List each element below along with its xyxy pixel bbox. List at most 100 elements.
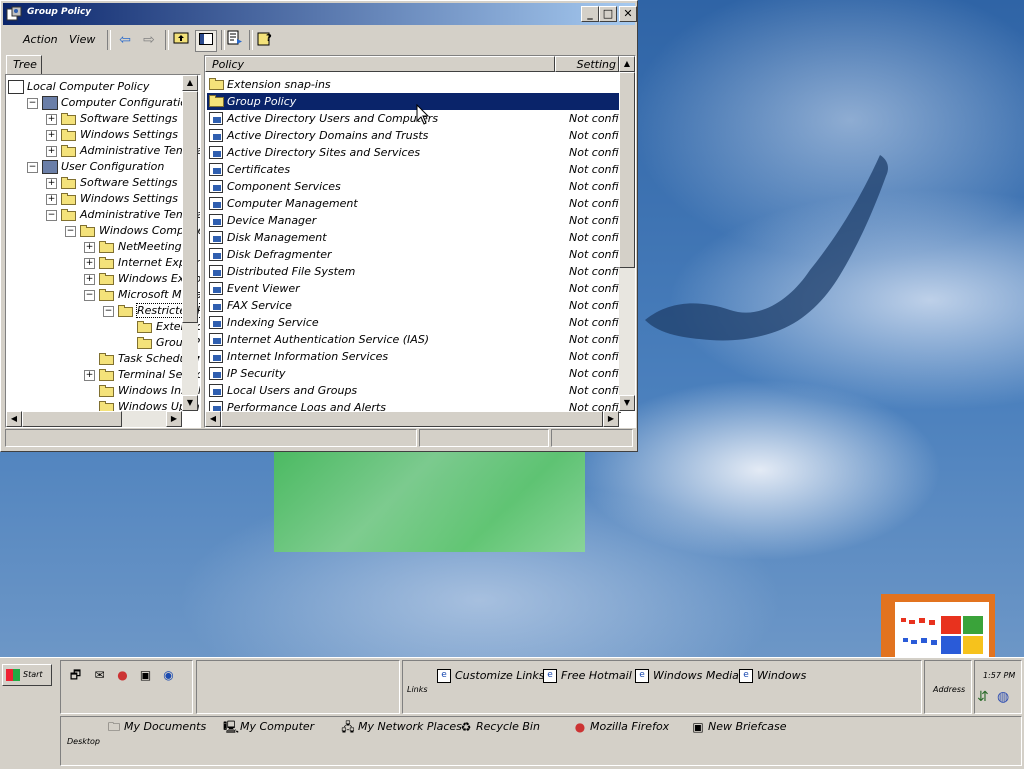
outlook-express-icon[interactable]: ✉: [91, 667, 108, 684]
expand-icon[interactable]: +: [46, 177, 57, 189]
policy-row[interactable]: Certificates Not configured: [207, 161, 621, 178]
policy-row[interactable]: Disk Management Not configured: [207, 229, 621, 246]
recycle-bin-icon: ♻: [460, 719, 472, 734]
scroll-thumb[interactable]: [221, 411, 603, 427]
column-header-policy[interactable]: Policy: [205, 56, 555, 72]
show-desktop-icon[interactable]: 🗗: [67, 667, 84, 684]
policy-row[interactable]: Disk Defragmenter Not configured: [207, 246, 621, 263]
scroll-left-arrow-icon[interactable]: ◀: [205, 411, 221, 427]
list-horizontal-scrollbar[interactable]: ◀ ▶: [205, 411, 619, 427]
tree-item[interactable]: − User Configuration: [27, 159, 164, 175]
expand-icon[interactable]: +: [84, 369, 95, 381]
policy-row[interactable]: Group Policy: [207, 93, 619, 110]
tree-horizontal-scrollbar[interactable]: ◀ ▶: [6, 411, 182, 427]
link-customize-links[interactable]: e Customize Links: [437, 669, 545, 683]
forward-arrow-icon[interactable]: ⇨: [139, 30, 159, 50]
collapse-icon[interactable]: −: [27, 97, 38, 109]
ie-link-icon: e: [635, 669, 649, 683]
tree-vertical-scrollbar[interactable]: ▲ ▼: [182, 75, 198, 411]
tree-item[interactable]: + NetMeeting: [84, 239, 182, 255]
help-icon[interactable]: ?: [255, 30, 275, 50]
desktop-item-my-computer[interactable]: 🖳My Computer: [223, 720, 314, 734]
export-list-icon[interactable]: [225, 30, 245, 50]
policy-row[interactable]: Indexing Service Not configured: [207, 314, 621, 331]
expand-icon[interactable]: +: [84, 241, 95, 253]
tree-item[interactable]: + Windows Settings: [46, 191, 178, 207]
tab-tree[interactable]: Tree: [6, 55, 42, 74]
scroll-thumb[interactable]: [22, 411, 122, 427]
tree-item[interactable]: Local Computer Policy: [8, 79, 149, 95]
collapse-icon[interactable]: −: [46, 209, 57, 221]
desktop-item-new-briefcase[interactable]: ▣ New Briefcase: [691, 720, 786, 734]
globe-tray-icon[interactable]: ◍: [997, 689, 1009, 705]
tree-item[interactable]: − Computer Configuration: [27, 95, 194, 111]
link-free-hotmail[interactable]: e Free Hotmail: [543, 669, 632, 683]
policy-row[interactable]: IP Security Not configured: [207, 365, 621, 382]
policy-row[interactable]: Computer Management Not configured: [207, 195, 621, 212]
link-windows-media[interactable]: e Windows Media: [635, 669, 739, 683]
expand-icon[interactable]: +: [84, 273, 95, 285]
expand-icon[interactable]: +: [46, 145, 57, 157]
scroll-down-arrow-icon[interactable]: ▼: [619, 395, 635, 411]
expand-icon[interactable]: +: [46, 193, 57, 205]
policy-row[interactable]: Component Services Not configured: [207, 178, 621, 195]
scroll-up-arrow-icon[interactable]: ▲: [619, 56, 635, 72]
policy-row[interactable]: Active Directory Sites and Services Not c…: [207, 144, 621, 161]
desktop-item-mozilla-firefox[interactable]: ● Mozilla Firefox: [573, 720, 669, 734]
scroll-left-arrow-icon[interactable]: ◀: [6, 411, 22, 427]
policy-row[interactable]: Device Manager Not configured: [207, 212, 621, 229]
up-folder-icon[interactable]: [171, 30, 191, 50]
address-toolbar[interactable]: Address: [924, 660, 972, 714]
start-button[interactable]: Start: [2, 664, 52, 686]
collapse-icon[interactable]: −: [27, 161, 38, 173]
tree-item-label: Windows Settings: [80, 192, 178, 205]
back-arrow-icon[interactable]: ⇦: [115, 30, 135, 50]
tree-item[interactable]: −Windows Components: [65, 223, 200, 239]
policy-row[interactable]: Active Directory Domains and Trusts Not c…: [207, 127, 621, 144]
tree-item[interactable]: + Software Settings: [46, 175, 178, 191]
show-hide-tree-icon[interactable]: [195, 30, 217, 52]
title-bar[interactable]: Group Policy _ □ ✕: [3, 3, 637, 25]
scroll-right-arrow-icon[interactable]: ▶: [166, 411, 182, 427]
policy-row[interactable]: Event Viewer Not configured: [207, 280, 621, 297]
menu-action[interactable]: Action: [23, 33, 58, 46]
policy-row[interactable]: Local Users and Groups Not configured: [207, 382, 621, 399]
column-header-setting[interactable]: Setting: [555, 56, 619, 72]
close-button[interactable]: ✕: [619, 6, 637, 22]
expand-icon[interactable]: +: [46, 129, 57, 141]
desktop-item-recycle-bin[interactable]: ♻ Recycle Bin: [459, 720, 540, 734]
policy-row[interactable]: Internet Information Services Not configu…: [207, 348, 621, 365]
collapse-icon[interactable]: −: [103, 305, 114, 317]
list-vertical-scrollbar[interactable]: ▲ ▼: [619, 56, 635, 411]
tree-pane[interactable]: Local Computer Policy − Computer Configura…: [5, 74, 201, 428]
tree-item[interactable]: +Administrative Templates: [46, 143, 200, 159]
internet-explorer-icon[interactable]: ◉: [160, 667, 177, 684]
collapse-icon[interactable]: −: [65, 225, 76, 237]
tree-item[interactable]: −Administrative Templates: [46, 207, 200, 223]
expand-icon[interactable]: +: [46, 113, 57, 125]
policy-row[interactable]: Distributed File System Not configured: [207, 263, 621, 280]
desktop-item-my-network-places[interactable]: 🖧 My Network Places: [341, 720, 462, 734]
collapse-icon[interactable]: −: [84, 289, 95, 301]
tree-item[interactable]: + Windows Settings: [46, 127, 178, 143]
scroll-thumb[interactable]: [182, 91, 198, 323]
minimize-button[interactable]: _: [581, 6, 599, 22]
scroll-up-arrow-icon[interactable]: ▲: [182, 75, 198, 91]
network-tray-icon[interactable]: ⇵: [977, 689, 989, 705]
clock[interactable]: 1:57 PM: [983, 671, 1015, 680]
expand-icon[interactable]: +: [84, 257, 95, 269]
scroll-down-arrow-icon[interactable]: ▼: [182, 395, 198, 411]
policy-row[interactable]: Active Directory Users and Computers Not …: [207, 110, 621, 127]
menu-view[interactable]: View: [69, 33, 95, 46]
firefox-icon[interactable]: ●: [114, 667, 131, 684]
tree-item[interactable]: + Software Settings: [46, 111, 178, 127]
policy-row[interactable]: Extension snap-ins: [207, 76, 619, 93]
briefcase-icon[interactable]: ▣: [137, 667, 154, 684]
policy-row[interactable]: FAX Service Not configured: [207, 297, 621, 314]
policy-row[interactable]: Internet Authentication Service (IAS) Not…: [207, 331, 621, 348]
scroll-right-arrow-icon[interactable]: ▶: [603, 411, 619, 427]
desktop-item-my-documents[interactable]: 🗀 My Documents: [107, 720, 206, 734]
maximize-button[interactable]: □: [599, 6, 617, 22]
scroll-thumb[interactable]: [619, 72, 635, 268]
link-windows[interactable]: e Windows: [739, 669, 806, 683]
